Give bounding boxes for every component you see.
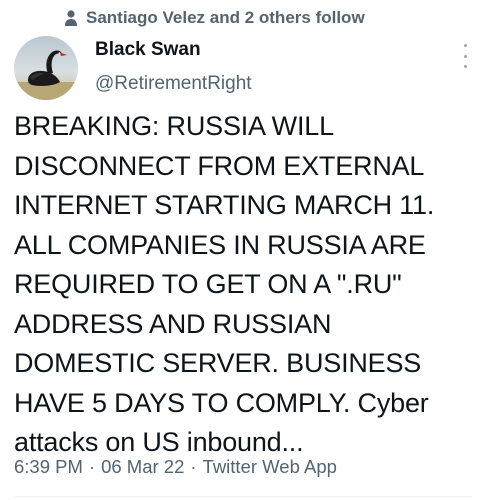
separator: · [190, 456, 197, 477]
black-swan-avatar [14, 36, 78, 100]
social-context[interactable]: Santiago Velez and 2 others follow [64, 8, 365, 28]
social-context-text: Santiago Velez and 2 others follow [86, 8, 365, 27]
more-dot-icon [463, 54, 467, 58]
author-info: Black Swan @RetirementRight [95, 38, 252, 96]
more-dot-icon [463, 44, 467, 47]
author-handle[interactable]: @RetirementRight [95, 72, 252, 96]
tweet-source[interactable]: Twitter Web App [203, 456, 337, 478]
divider [14, 496, 472, 497]
avatar[interactable] [14, 36, 78, 100]
tweet-text: BREAKING: RUSSIA WILL DISCONNECT FROM EX… [14, 111, 435, 457]
separator: · [88, 456, 96, 477]
more-options-button[interactable] [460, 44, 470, 68]
person-icon [65, 10, 77, 26]
tweet-time[interactable]: 6:39 PM [14, 456, 83, 478]
tweet-date[interactable]: 06 Mar 22 [101, 456, 184, 478]
more-dot-icon [463, 65, 467, 68]
author-name[interactable]: Black Swan [95, 38, 252, 62]
tweet-metadata: 6:39 PM · 06 Mar 22 · Twitter Web App [14, 456, 337, 478]
